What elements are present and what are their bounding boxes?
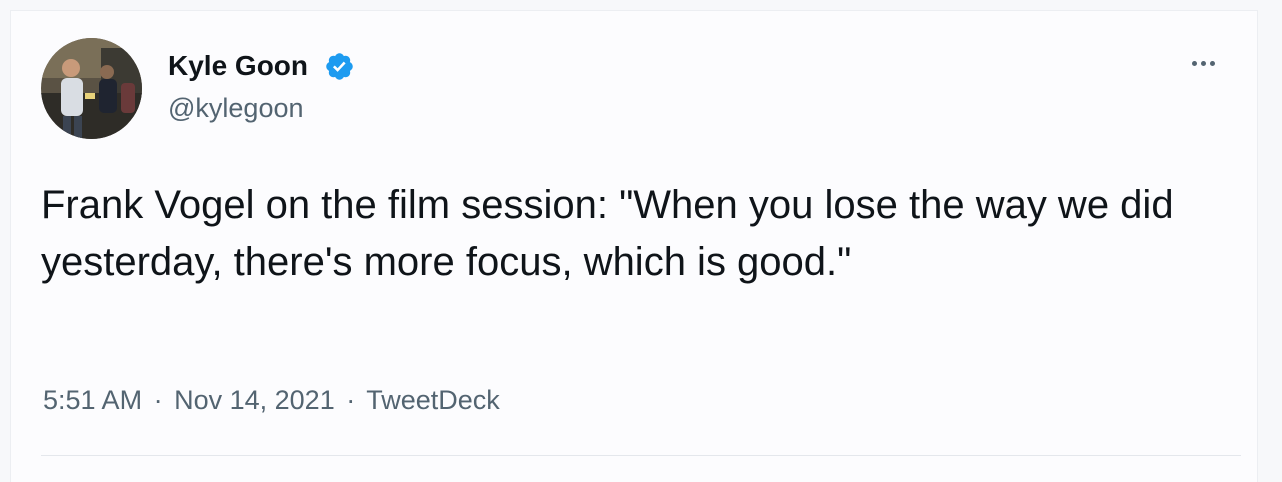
tweet-time[interactable]: 5:51 AM: [43, 385, 142, 415]
more-dot: [1200, 60, 1206, 66]
author-handle[interactable]: @kylegoon: [168, 91, 304, 125]
meta-separator: ·: [346, 385, 356, 415]
avatar-photo: [41, 38, 142, 139]
more-dot: [1209, 60, 1215, 66]
more-options-icon[interactable]: [1183, 51, 1223, 75]
verified-badge-icon: [326, 53, 353, 80]
tweet-metadata: 5:51 AM · Nov 14, 2021 · TweetDeck: [43, 383, 500, 417]
author-display-name[interactable]: Kyle Goon: [168, 49, 308, 83]
tweet-source[interactable]: TweetDeck: [366, 385, 500, 415]
tweet-text: Frank Vogel on the film session: "When y…: [41, 183, 1174, 284]
author-avatar[interactable]: [41, 38, 142, 139]
tweet-card: Kyle Goon @kylegoon Frank Vogel on the f…: [10, 10, 1258, 482]
meta-separator: ·: [153, 385, 163, 415]
more-dot: [1191, 60, 1197, 66]
tweet-date[interactable]: Nov 14, 2021: [174, 385, 335, 415]
card-divider: [41, 455, 1241, 456]
